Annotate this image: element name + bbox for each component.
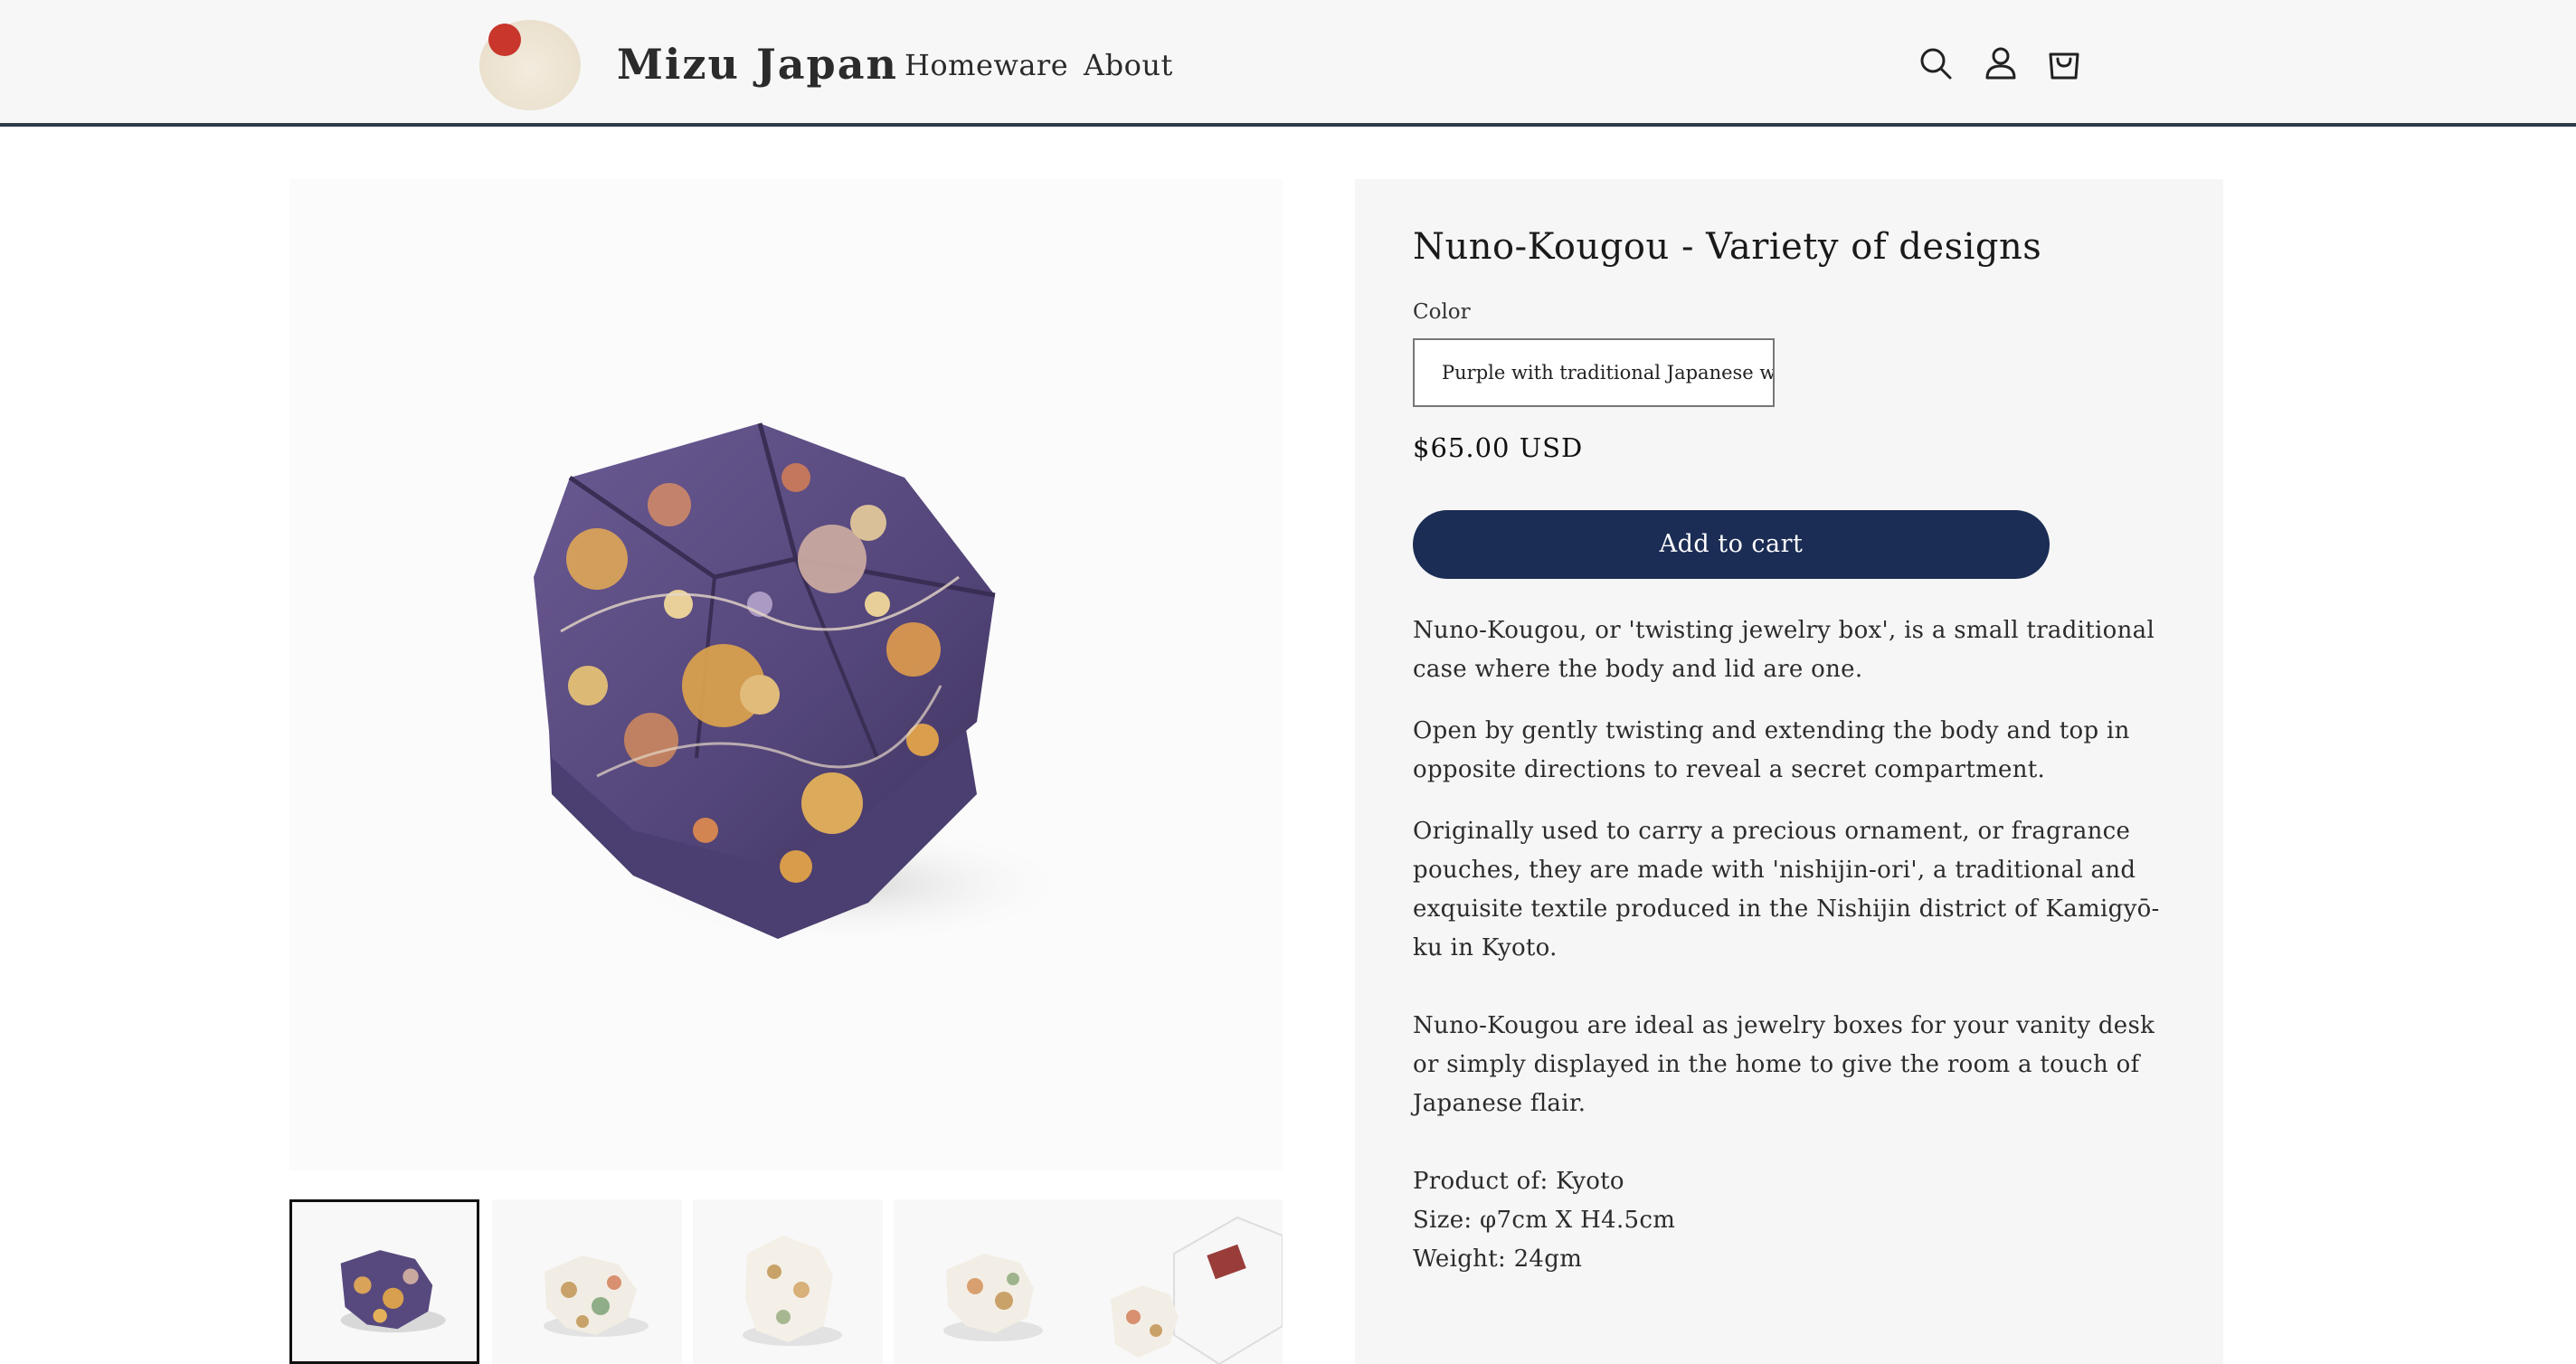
cart-icon[interactable] [2044,43,2084,83]
nav-about[interactable]: About [1084,45,1173,85]
description-paragraph: Nuno-Kougou, or 'twisting jewelry box', … [1413,617,2155,683]
account-icon[interactable] [1981,43,2021,83]
brand-name[interactable]: Mizu Japan [617,33,898,96]
product-info-panel: Nuno-Kougou - Variety of designs Color P… [1355,179,2223,1364]
description-paragraph: Nuno-Kougou are ideal as jewelry boxes f… [1413,1012,2155,1117]
product-main-image[interactable] [289,179,1283,1170]
spec-origin: Product of: Kyoto [1413,1168,1624,1195]
spec-size: Size: φ7cm X H4.5cm [1413,1207,1676,1234]
product-price: $65.00 USD [1413,432,1584,463]
thumbnail-white-floral-2[interactable] [693,1199,883,1364]
color-select[interactable]: Purple with traditional Japanese w [1413,338,1775,407]
thumbnail-purple[interactable] [289,1199,479,1364]
nav-homeware[interactable]: Homeware [904,45,1068,85]
thumbnail-white-floral-1[interactable] [492,1199,682,1364]
add-to-cart-button[interactable]: Add to cart [1413,510,2050,579]
description-paragraph: Open by gently twisting and extending th… [1413,717,2130,783]
product-description: Nuno-Kougou, or 'twisting jewelry box', … [1413,611,2173,1279]
site-header: Mizu Japan Homeware About [0,0,2576,127]
product-title: Nuno-Kougou - Variety of designs [1413,226,2042,268]
description-paragraph: Originally used to carry a precious orna… [1413,818,2160,961]
spec-weight: Weight: 24gm [1413,1246,1583,1273]
color-label: Color [1413,300,1471,324]
search-icon[interactable] [1916,43,1956,83]
logo-sun-dot [488,24,521,56]
thumbnail-white-floral-3[interactable] [894,1199,1084,1364]
thumbnail-white-with-box[interactable] [1084,1199,1283,1364]
